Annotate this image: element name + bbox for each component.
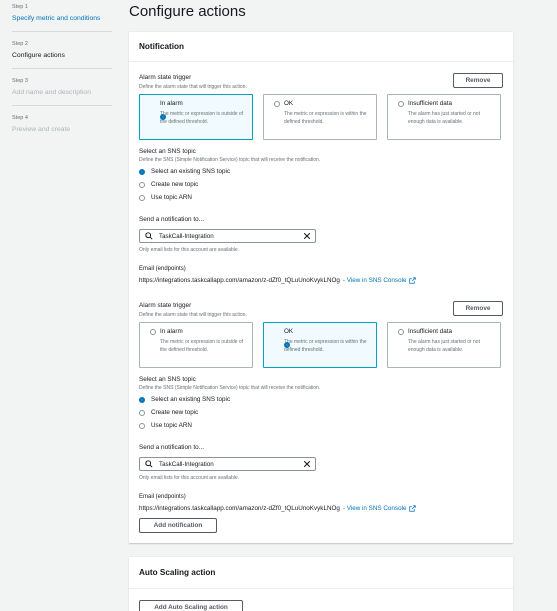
email-endpoints-label: Email (endpoints) <box>139 494 186 500</box>
radio[interactable] <box>274 101 280 107</box>
send-notification-label: Send a notification to... <box>139 216 205 223</box>
step-number: Step 2 <box>12 41 28 47</box>
search-icon <box>145 232 153 240</box>
wizard-step-1: Step 1 Specify metric and conditions <box>12 4 112 32</box>
step-number: Step 3 <box>12 78 28 84</box>
send-notification-label: Send a notification to... <box>139 444 205 451</box>
step-add-name: Add name and description <box>12 89 91 96</box>
sns-topic-select[interactable]: TaskCall-Integration <box>139 457 316 471</box>
step-number: Step 4 <box>12 115 28 121</box>
sns-option-arn[interactable]: Use topic ARN <box>139 194 192 201</box>
wizard-steps: Step 1 Specify metric and conditions Ste… <box>12 4 112 151</box>
radio[interactable] <box>139 181 145 188</box>
step-preview: Preview and create <box>12 126 71 133</box>
radio-selected[interactable] <box>139 168 145 175</box>
sns-topic-value: TaskCall-Integration <box>159 460 214 468</box>
sns-option-arn[interactable]: Use topic ARN <box>139 422 192 429</box>
sns-topic-desc: Define the SNS (Simple Notification Serv… <box>139 385 321 391</box>
sns-topic-desc: Define the SNS (Simple Notification Serv… <box>139 157 321 163</box>
add-autoscaling-action-button[interactable]: Add Auto Scaling action <box>139 600 243 611</box>
radio-selected[interactable] <box>139 396 145 403</box>
wizard-step-2: Step 2 Configure actions <box>12 41 112 69</box>
alarm-state-trigger-label: Alarm state trigger <box>139 74 192 81</box>
radio[interactable] <box>139 409 145 416</box>
state-desc: The metric or expression is within the d… <box>284 339 367 353</box>
email-endpoints-value: https://integrations.taskcallapp.com/ama… <box>139 277 416 284</box>
state-tile-insufficient-data[interactable]: Insufficient data The alarm has just sta… <box>387 322 501 368</box>
email-endpoint: https://integrations.taskcallapp.com/ama… <box>139 277 340 284</box>
sns-topic-value: TaskCall-Integration <box>159 232 214 240</box>
state-label: Insufficient data <box>408 100 452 107</box>
sns-option-create[interactable]: Create new topic <box>139 409 198 416</box>
option-label: Use topic ARN <box>151 194 192 201</box>
alarm-state-trigger-desc: Define the alarm state that will trigger… <box>139 84 247 90</box>
notification-panel: Notification Alarm state trigger Define … <box>129 31 513 543</box>
email-endpoints-label: Email (endpoints) <box>139 266 186 272</box>
alarm-state-trigger-label: Alarm state trigger <box>139 302 192 309</box>
state-desc: The metric or expression is outside of t… <box>160 339 244 353</box>
radio[interactable] <box>398 101 404 107</box>
close-icon[interactable] <box>303 232 311 240</box>
step-link-specify-metric[interactable]: Specify metric and conditions <box>12 13 112 24</box>
state-label: OK <box>284 328 294 335</box>
remove-button[interactable]: Remove <box>453 301 503 316</box>
page-title: Configure actions <box>129 3 246 20</box>
state-desc: The metric or expression is within the d… <box>284 111 367 125</box>
step-current-configure-actions: Configure actions <box>12 52 65 59</box>
state-desc: The alarm has just started or not enough… <box>408 111 480 125</box>
option-label: Select an existing SNS topic <box>151 396 231 403</box>
notification-header: Notification <box>129 32 513 62</box>
view-in-sns-console-link[interactable]: - View in SNS Console <box>343 505 407 512</box>
state-desc: The alarm has just started or not enough… <box>408 339 480 353</box>
sns-option-create[interactable]: Create new topic <box>139 181 198 188</box>
send-hint: Only email lists for this account are av… <box>139 475 240 481</box>
state-label: OK <box>284 100 294 107</box>
add-notification-button[interactable]: Add notification <box>139 518 217 533</box>
wizard-step-4: Step 4 Preview and create <box>12 115 112 142</box>
option-label: Use topic ARN <box>151 422 192 429</box>
sns-topic-label: Select an SNS topic <box>139 376 196 383</box>
autoscaling-header: Auto Scaling action <box>129 557 513 589</box>
step-number: Step 1 <box>12 4 28 10</box>
sns-topic-label: Select an SNS topic <box>139 148 196 155</box>
state-label: Insufficient data <box>408 328 452 335</box>
sns-option-existing[interactable]: Select an existing SNS topic <box>139 396 230 403</box>
send-hint: Only email lists for this account are av… <box>139 247 240 253</box>
external-link-icon <box>408 277 416 284</box>
autoscaling-panel: Auto Scaling action Add Auto Scaling act… <box>129 556 513 611</box>
state-tile-ok[interactable]: OK The metric or expression is within th… <box>263 94 377 140</box>
state-desc: The metric or expression is outside of t… <box>160 111 244 125</box>
option-label: Create new topic <box>151 181 199 188</box>
search-icon <box>145 460 153 468</box>
email-endpoints-value: https://integrations.taskcallapp.com/ama… <box>139 505 416 512</box>
remove-button[interactable]: Remove <box>453 73 503 88</box>
radio[interactable] <box>398 329 404 335</box>
option-label: Create new topic <box>151 409 199 416</box>
state-tile-insufficient-data[interactable]: Insufficient data The alarm has just sta… <box>387 94 501 140</box>
wizard-step-3: Step 3 Add name and description <box>12 78 112 106</box>
state-tile-in-alarm[interactable]: In alarm The metric or expression is out… <box>139 322 253 368</box>
state-tile-ok[interactable]: OK The metric or expression is within th… <box>263 322 377 368</box>
radio[interactable] <box>150 329 156 335</box>
sns-option-existing[interactable]: Select an existing SNS topic <box>139 168 230 175</box>
radio[interactable] <box>139 422 145 429</box>
alarm-state-trigger-desc: Define the alarm state that will trigger… <box>139 312 247 318</box>
state-tile-in-alarm[interactable]: In alarm The metric or expression is out… <box>139 94 253 140</box>
radio[interactable] <box>139 194 145 201</box>
state-label: In alarm <box>160 328 183 335</box>
external-link-icon <box>408 505 416 512</box>
email-endpoint: https://integrations.taskcallapp.com/ama… <box>139 505 340 512</box>
state-label: In alarm <box>160 100 183 107</box>
sns-topic-select[interactable]: TaskCall-Integration <box>139 229 316 243</box>
view-in-sns-console-link[interactable]: - View in SNS Console <box>343 277 407 284</box>
option-label: Select an existing SNS topic <box>151 168 231 175</box>
close-icon[interactable] <box>303 460 311 468</box>
